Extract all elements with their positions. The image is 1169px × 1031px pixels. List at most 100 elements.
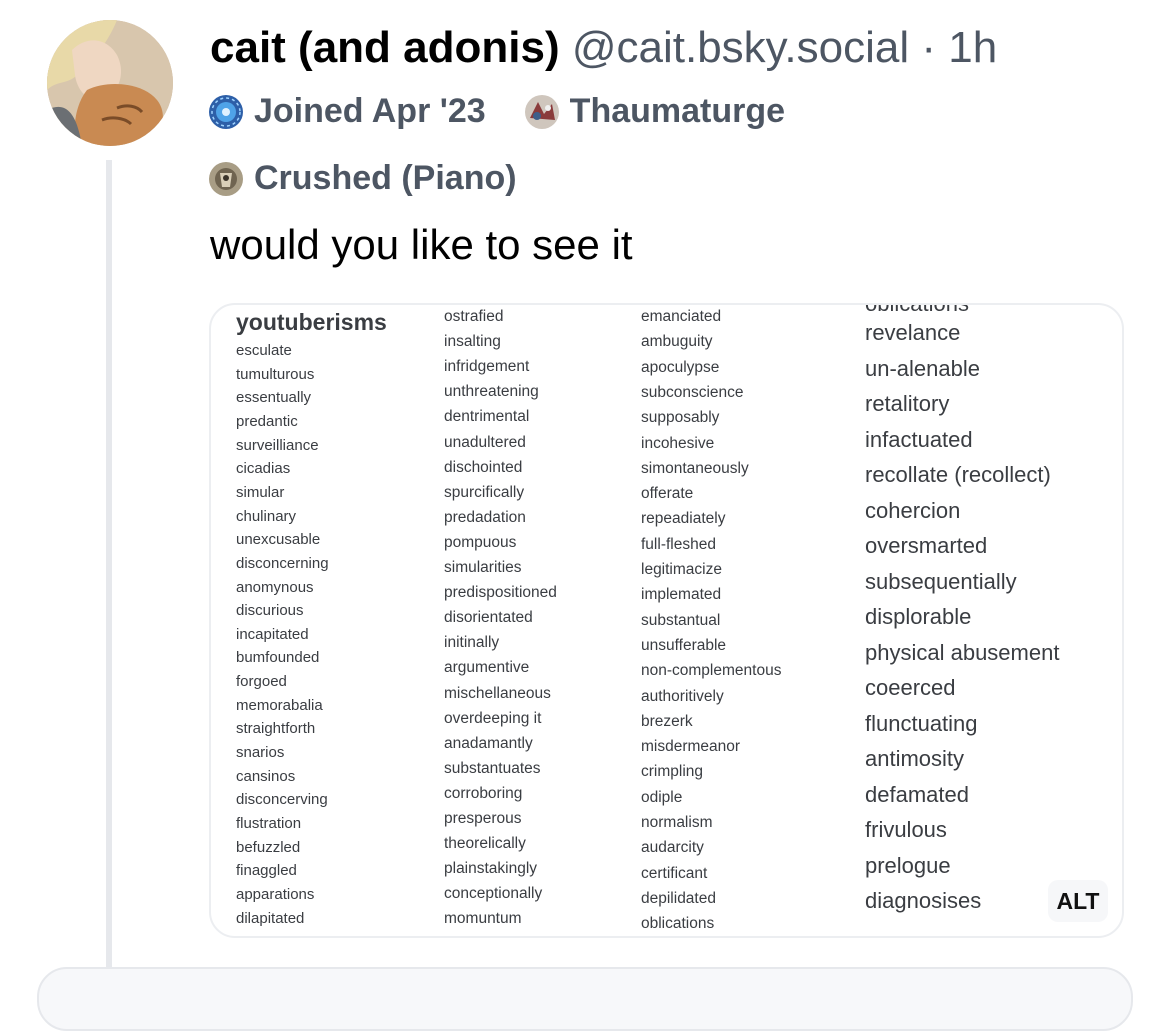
word-item: tumulturous (236, 365, 315, 383)
separator: · (921, 23, 937, 72)
word-item: anadamantly (444, 734, 533, 752)
word-item: ostrafied (444, 308, 504, 325)
next-post-card[interactable] (37, 967, 1133, 1031)
word-item: coeerced (865, 675, 956, 700)
word-item: dischointed (444, 458, 523, 476)
word-item: offerate (641, 485, 694, 503)
badge-crushed: Crushed (Piano) (208, 159, 517, 198)
word-item: befuzzled (236, 838, 301, 856)
word-item: momuntum (444, 910, 522, 928)
word-item: argumentive (444, 659, 530, 677)
word-item: esculate (236, 342, 292, 359)
word-item: incapitated (236, 625, 309, 643)
word-item: emanciated (641, 308, 722, 325)
image-title: youtuberisms (236, 309, 387, 335)
word-item: depilidated (641, 889, 716, 907)
word-item: full-fleshed (641, 535, 716, 553)
word-item: apoculypse (641, 358, 720, 376)
badge-thaumaturge-label: Thaumaturge (569, 92, 786, 130)
word-item: dentrimental (444, 408, 530, 426)
word-item: frivulous (865, 817, 947, 842)
word-item: substantuates (444, 759, 541, 777)
word-item: mischellaneous (444, 684, 551, 702)
word-item: apparations (236, 885, 315, 903)
word-item: repeadiately (641, 510, 726, 528)
badges-row: Joined Apr '23 Thaumaturge (208, 92, 807, 131)
word-item: simular (236, 483, 285, 501)
word-item: corroboring (444, 784, 523, 802)
word-item: physical abusement (865, 639, 1060, 665)
word-item: oversmarted (865, 533, 988, 558)
word-item: retalitory (865, 391, 950, 416)
word-item: cicadias (236, 460, 291, 478)
display-name[interactable]: cait (and adonis) (210, 23, 560, 72)
image-cut-word: oblications (865, 303, 969, 316)
word-item: pompuous (444, 533, 517, 551)
word-item: oblications (641, 915, 715, 933)
word-item: certificant (641, 864, 708, 882)
word-item: crimpling (641, 763, 704, 781)
word-item: chulinary (236, 507, 297, 525)
word-item: finaggled (236, 862, 297, 880)
word-item: memorabalia (236, 696, 323, 714)
word-item: audarcity (641, 839, 704, 857)
badge-crushed-label: Crushed (Piano) (254, 159, 517, 197)
word-item: infridgement (444, 358, 530, 376)
word-item: cansinos (236, 767, 296, 785)
word-item: implemated (641, 586, 722, 604)
post-image[interactable]: youtuberisms oblications esculate tumultu… (209, 303, 1124, 938)
word-item: simontaneously (641, 459, 749, 477)
handle[interactable]: @cait.bsky.social (572, 23, 909, 72)
word-item: disconcerning (236, 554, 329, 572)
word-item: infactuated (865, 426, 973, 452)
word-item: disorientated (444, 609, 533, 627)
badge-joined: Joined Apr '23 (208, 92, 486, 131)
word-item: legitimacize (641, 561, 722, 578)
alt-button[interactable]: ALT (1048, 880, 1108, 922)
word-item: misdermeanor (641, 738, 741, 756)
word-item: flunctuating (865, 710, 978, 736)
word-item: simularities (444, 559, 522, 576)
word-item: revelance (865, 320, 961, 345)
word-item: subsequentially (865, 568, 1017, 594)
word-item: conceptionally (444, 885, 543, 903)
word-item: non-complementous (641, 662, 782, 680)
word-item: displorable (865, 604, 972, 629)
word-item: substantual (641, 611, 721, 629)
word-item: unsufferable (641, 636, 727, 654)
avatar-image (47, 20, 173, 146)
word-item: un-alenable (865, 355, 980, 381)
word-item: theorelically (444, 835, 526, 853)
word-item: antimosity (865, 746, 965, 771)
thaumaturge-icon (524, 94, 559, 129)
word-item: brezerk (641, 712, 693, 730)
word-item: straightforth (236, 720, 316, 738)
globe-icon (209, 94, 243, 129)
word-item: cohercion (865, 497, 961, 523)
badges-row-2: Crushed (Piano) (208, 159, 539, 198)
word-item: recollate (recollect) (865, 462, 1051, 487)
word-item: ambuguity (641, 333, 713, 351)
word-item: overdeeping it (444, 709, 542, 727)
word-item: prelogue (865, 852, 951, 878)
piano-icon (209, 161, 243, 196)
word-item: bumfounded (236, 649, 320, 667)
word-item: diagnosises (865, 888, 982, 913)
badge-thaumaturge: Thaumaturge (524, 92, 785, 131)
word-item: defamated (865, 781, 969, 807)
word-item: unexcusable (236, 531, 321, 549)
avatar[interactable] (47, 20, 173, 146)
word-item: forgoed (236, 673, 287, 691)
thread-line (106, 160, 112, 985)
word-item: initinally (444, 634, 500, 652)
word-item: anomynous (236, 578, 314, 596)
word-item: unthreatening (444, 383, 539, 401)
word-item: essentually (236, 389, 312, 407)
word-item: presperous (444, 810, 522, 827)
word-item: disconcerving (236, 791, 328, 809)
word-item: predantic (236, 412, 298, 430)
word-item: snarios (236, 744, 285, 762)
word-item: spurcifically (444, 483, 525, 501)
timestamp[interactable]: 1h (948, 23, 997, 72)
word-item: incohesive (641, 434, 715, 452)
